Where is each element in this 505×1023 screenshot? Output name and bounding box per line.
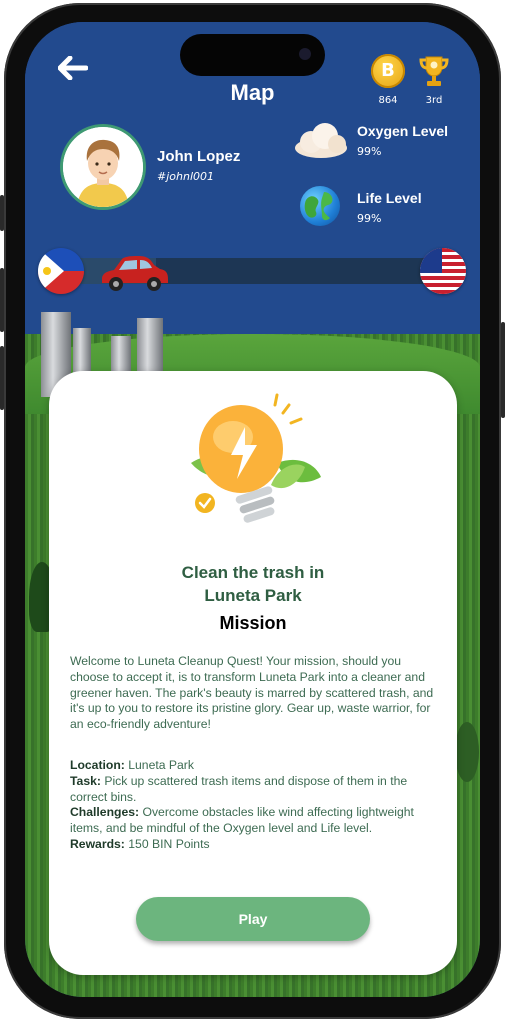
oxygen-label: Oxygen Level (357, 123, 449, 139)
camera-icon (299, 48, 311, 60)
philippines-flag-icon (38, 248, 84, 294)
tree (455, 722, 479, 782)
coin-icon[interactable]: B (371, 54, 405, 88)
action-button (0, 195, 4, 231)
detail-rewards: Rewards: 150 BIN Points (70, 837, 438, 853)
detail-rewards-value: 150 BIN Points (128, 836, 210, 851)
mission-subtitle: Mission (219, 613, 287, 633)
mission-details: Location: Luneta Park Task: Pick up scat… (70, 758, 438, 853)
mission-description: Welcome to Luneta Cleanup Quest! Your mi… (70, 654, 434, 732)
mission-title-line-2: Luneta Park (204, 586, 302, 605)
lightbulb-icon (179, 393, 329, 543)
detail-location-label: Location: (70, 758, 125, 772)
mission-card: Clean the trash in Luneta Park Mission W… (49, 371, 457, 975)
detail-location: Location: Luneta Park (70, 758, 438, 774)
car-icon (98, 251, 170, 295)
page-title: Map (230, 80, 275, 105)
detail-challenges: Challenges: Overcome obstacles like wind… (70, 805, 438, 837)
app-screen: Map B 864 3rd John Lopez #johnl001 Oxyge… (25, 22, 480, 997)
coin-count: 864 (378, 95, 398, 106)
rank-value: 3rd (425, 95, 443, 106)
play-button[interactable]: Play (136, 897, 370, 941)
usa-flag-icon (420, 248, 466, 294)
mission-title: Clean the trash in Luneta Park (49, 561, 457, 607)
detail-location-value: Luneta Park (128, 758, 194, 772)
user-handle: #johnl001 (157, 170, 214, 183)
mission-title-line-1: Clean the trash in (181, 563, 325, 582)
detail-rewards-label: Rewards: (70, 836, 125, 851)
life-value: 99% (357, 212, 382, 225)
user-name: John Lopez (157, 148, 241, 165)
avatar[interactable] (60, 124, 146, 210)
dynamic-island (180, 34, 325, 76)
trophy-icon[interactable] (418, 54, 450, 88)
cloud-icon (293, 120, 349, 160)
detail-task-value: Pick up scattered trash items and dispos… (70, 773, 408, 804)
volume-down-button (0, 346, 4, 410)
detail-task-label: Task: (70, 773, 101, 788)
volume-up-button (0, 268, 4, 332)
detail-challenges-label: Challenges: (70, 805, 140, 820)
life-label: Life Level (357, 190, 422, 206)
oxygen-value: 99% (357, 145, 382, 158)
detail-task: Task: Pick up scattered trash items and … (70, 774, 438, 806)
globe-icon (300, 186, 340, 226)
power-button (501, 322, 505, 418)
